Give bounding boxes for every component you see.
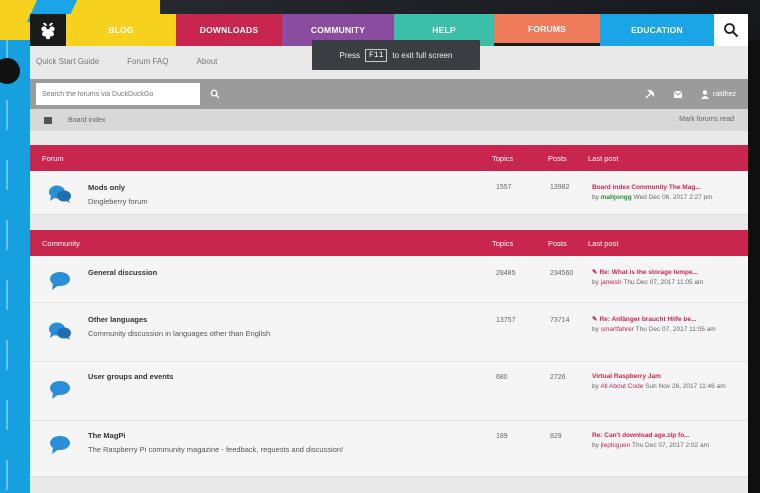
forum-post-count: 2726 <box>550 374 566 381</box>
last-post-date: Thu Dec 07, 2017 2:02 am <box>632 442 709 449</box>
forum-bubble-icon <box>50 381 70 399</box>
user-icon <box>701 89 710 99</box>
forum-bubbles-icon <box>49 322 71 340</box>
search-icon <box>210 89 220 99</box>
community-section-header: Community Topics Posts Last post <box>30 230 748 256</box>
nav-education[interactable]: Education <box>600 14 714 46</box>
forum-section: Forum Topics Posts Last post Mods only D… <box>30 145 748 215</box>
last-post-date: Thu Dec 07, 2017 11:05 am <box>623 279 704 286</box>
community-section: Community Topics Posts Last post General… <box>30 230 748 477</box>
link-forum-faq[interactable]: Forum FAQ <box>127 57 168 66</box>
last-post-title[interactable]: Re: What is the storage tempe... <box>599 269 698 276</box>
last-post-by: by <box>592 326 599 333</box>
nav-search-button[interactable] <box>714 14 748 46</box>
forum-topic-count: 28485 <box>496 270 516 277</box>
last-post-date: Wed Dec 06, 2017 2:27 pm <box>633 194 713 201</box>
user-controls: raldhez <box>645 79 736 109</box>
username: raldhez <box>713 90 736 98</box>
section-title[interactable]: Forum <box>42 154 64 163</box>
toast-press-text: Press <box>339 50 360 60</box>
column-header-topics: Topics <box>492 153 514 163</box>
browser-viewport: Blog Downloads Community Help Forums Edu… <box>30 14 748 493</box>
user-menu[interactable]: raldhez <box>701 89 736 99</box>
nav-downloads[interactable]: Downloads <box>176 14 282 46</box>
forum-row-user-groups-events[interactable]: User groups and events 680 2726 Virtual … <box>30 362 748 421</box>
home-icon[interactable] <box>44 116 52 124</box>
forum-last-post: Re: Can't download age.zip fo... by jlep… <box>592 431 742 451</box>
last-post-title[interactable]: Board index Community The Mag... <box>592 183 742 193</box>
forum-search-button[interactable] <box>202 83 228 105</box>
last-post-user[interactable]: All About Code <box>600 383 643 390</box>
nav-blog[interactable]: Blog <box>66 14 176 46</box>
forum-section-header: Forum Topics Posts Last post <box>30 145 748 171</box>
last-post-by: by <box>592 383 599 390</box>
breadcrumb-board-index[interactable]: Board index <box>68 117 105 124</box>
forum-search-input[interactable] <box>36 83 200 105</box>
column-header-topics: Topics <box>492 238 514 248</box>
raspberry-logo[interactable] <box>30 14 66 46</box>
last-post-user[interactable]: smartfahrer <box>601 326 634 333</box>
section-title[interactable]: Community <box>42 239 80 248</box>
forum-title[interactable]: User groups and events <box>88 372 173 381</box>
column-header-posts: Posts <box>548 238 567 248</box>
forum-title[interactable]: The MagPi <box>88 431 126 440</box>
forum-description: Community discussion in languages other … <box>88 329 271 338</box>
forum-post-count: 234560 <box>550 270 574 277</box>
forum-row-other-languages[interactable]: Other languages Community discussion in … <box>30 303 748 362</box>
link-about[interactable]: About <box>196 57 217 66</box>
forum-post-count: 13982 <box>550 184 570 191</box>
search-icon <box>724 23 739 38</box>
last-post-date: Thu Dec 07, 2017 11:05 am <box>635 326 716 333</box>
forum-topic-count: 13757 <box>496 317 516 324</box>
forum-last-post: ✎ Re: What is the storage tempe... by jam… <box>592 268 742 288</box>
column-header-last-post: Last post <box>588 238 619 248</box>
last-post-user[interactable]: jlephiguen <box>601 442 631 449</box>
column-header-last-post: Last post <box>588 153 619 163</box>
column-header-posts: Posts <box>548 153 567 163</box>
forum-bubble-icon <box>50 272 70 290</box>
forum-post-count: 829 <box>550 433 562 440</box>
last-post-by: by <box>592 442 599 449</box>
forum-description: Dingleberry forum <box>88 197 148 206</box>
forum-post-count: 73714 <box>550 317 570 324</box>
forum-bubbles-icon <box>49 185 71 203</box>
sub-navigation: Quick Start Guide Forum FAQ About Press … <box>30 40 748 76</box>
last-post-user[interactable]: mahjongg <box>601 194 632 201</box>
unread-post-icon: ✎ <box>592 269 598 276</box>
last-post-user[interactable]: jamesh <box>601 279 622 286</box>
toast-key-f11: F11 <box>365 48 388 62</box>
link-quick-start-guide[interactable]: Quick Start Guide <box>36 57 99 66</box>
forum-row-the-magpi[interactable]: The MagPi The Raspberry Pi community mag… <box>30 421 748 477</box>
notifications-icon[interactable] <box>645 89 655 99</box>
raspberry-icon <box>41 22 55 40</box>
forum-last-post: Virtual Raspberry Jam by All About Code … <box>592 372 742 392</box>
breadcrumb: Board index Mark forums read <box>30 109 748 131</box>
forum-last-post: Board index Community The Mag... by mahj… <box>592 183 742 203</box>
mark-forums-read-link[interactable]: Mark forums read <box>679 116 734 123</box>
forum-topic-count: 189 <box>496 433 508 440</box>
forum-title[interactable]: Mods only <box>88 183 125 192</box>
last-post-by: by <box>592 279 599 286</box>
forum-row-mods-only[interactable]: Mods only Dingleberry forum 1557 13982 B… <box>30 171 748 215</box>
last-post-title[interactable]: Virtual Raspberry Jam <box>592 372 742 382</box>
forum-row-general-discussion[interactable]: General discussion 28485 234560 ✎ Re: Wha… <box>30 256 748 303</box>
nav-forums[interactable]: Forums <box>494 14 600 46</box>
last-post-by: by <box>592 194 599 201</box>
forum-topic-count: 1557 <box>496 184 512 191</box>
right-decorative-strip <box>748 40 760 493</box>
forum-description: The Raspberry Pi community magazine - fe… <box>88 445 344 454</box>
last-post-title[interactable]: Re: Anfänger braucht Hilfe be... <box>599 316 696 323</box>
fullscreen-exit-toast: Press F11 to exit full screen <box>312 40 480 70</box>
forum-topic-count: 680 <box>496 374 508 381</box>
forum-search-bar: raldhez <box>30 79 748 109</box>
forum-bubble-icon <box>50 436 70 454</box>
toast-rest-text: to exit full screen <box>392 50 453 60</box>
forum-title[interactable]: General discussion <box>88 268 157 277</box>
forum-last-post: ✎ Re: Anfänger braucht Hilfe be... by sma… <box>592 315 742 335</box>
messages-icon[interactable] <box>673 90 683 99</box>
unread-post-icon: ✎ <box>592 316 598 323</box>
last-post-title[interactable]: Re: Can't download age.zip fo... <box>592 431 742 441</box>
last-post-date: Sun Nov 26, 2017 11:46 am <box>645 383 726 390</box>
forum-title[interactable]: Other languages <box>88 315 147 324</box>
